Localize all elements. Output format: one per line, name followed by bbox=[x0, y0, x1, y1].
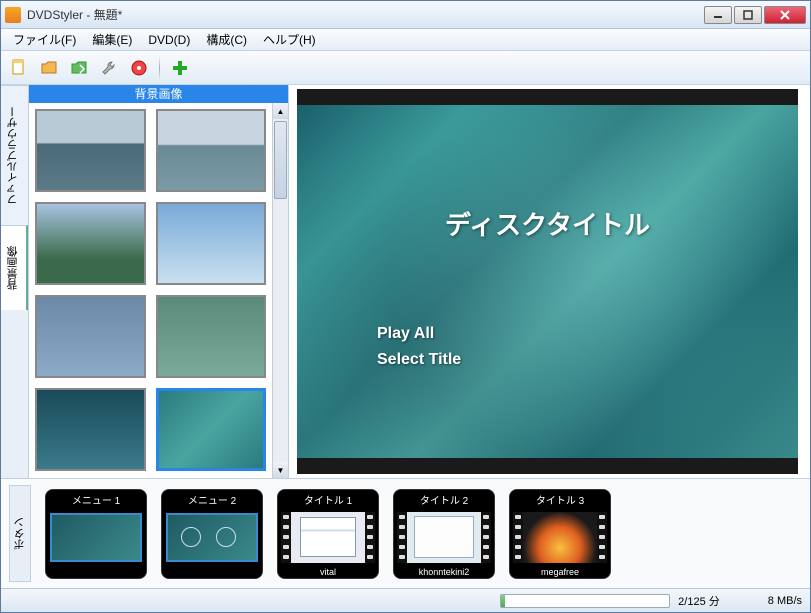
side-tab-background-images[interactable]: 背景画像 bbox=[1, 225, 28, 310]
film-sprocket-icon bbox=[397, 512, 407, 563]
timeline-item-label: メニュー 1 bbox=[46, 490, 146, 509]
film-sprocket-icon bbox=[597, 512, 607, 563]
timeline-item-footer: khonntekini2 bbox=[394, 566, 494, 578]
minimize-button[interactable] bbox=[704, 6, 732, 24]
bg-thumb[interactable] bbox=[35, 388, 146, 471]
timeline-thumb bbox=[291, 512, 365, 563]
timeline-thumb bbox=[50, 513, 142, 562]
letterbox-top bbox=[297, 89, 798, 105]
scroll-down-icon[interactable]: ▼ bbox=[273, 462, 288, 478]
bg-thumb[interactable] bbox=[35, 295, 146, 378]
menu-canvas[interactable]: ディスクタイトル Play All Select Title bbox=[297, 105, 798, 458]
timeline-item-label: メニュー 2 bbox=[162, 490, 262, 509]
preview-pane: ディスクタイトル Play All Select Title bbox=[289, 85, 810, 478]
app-window: DVDStyler - 無題* ファイル(F) 編集(E) DVD(D) 構成(… bbox=[0, 0, 811, 613]
side-tab-file-browser[interactable]: ファイルブラウザー bbox=[1, 85, 28, 225]
bg-thumb[interactable] bbox=[156, 109, 267, 192]
duration-text: 2/125 分 bbox=[678, 593, 720, 609]
timeline-title-3[interactable]: タイトル 3 megafree bbox=[509, 489, 611, 579]
film-sprocket-icon bbox=[513, 512, 523, 563]
bg-thumb[interactable] bbox=[156, 202, 267, 285]
open-folder-icon[interactable] bbox=[37, 56, 61, 80]
timeline-item-footer bbox=[162, 566, 262, 578]
timeline-menu-2[interactable]: メニュー 2 bbox=[161, 489, 263, 579]
menu-dvd[interactable]: DVD(D) bbox=[140, 31, 198, 49]
disc-title-text[interactable]: ディスクタイトル bbox=[297, 205, 798, 242]
app-icon bbox=[5, 7, 21, 23]
film-sprocket-icon bbox=[481, 512, 491, 563]
timeline-title-2[interactable]: タイトル 2 khonntekini2 bbox=[393, 489, 495, 579]
wrench-icon[interactable] bbox=[97, 56, 121, 80]
side-tab-strip: ファイルブラウザー 背景画像 bbox=[1, 85, 29, 478]
bg-thumb[interactable] bbox=[35, 109, 146, 192]
statusbar: 2/125 分 8 MB/s bbox=[1, 588, 810, 612]
timeline-thumb bbox=[407, 512, 481, 563]
timeline-item-label: タイトル 2 bbox=[394, 490, 494, 509]
toolbar-separator bbox=[159, 56, 160, 80]
timeline-item-label: タイトル 1 bbox=[278, 490, 378, 509]
background-thumbnail-grid bbox=[29, 103, 272, 478]
disc-usage-bar bbox=[500, 594, 670, 608]
timeline-title-1[interactable]: タイトル 1 vital bbox=[277, 489, 379, 579]
timeline-thumb bbox=[523, 512, 597, 563]
close-button[interactable] bbox=[764, 6, 806, 24]
center-split: 背景画像 bbox=[29, 85, 810, 478]
menu-config[interactable]: 構成(C) bbox=[198, 29, 255, 50]
data-rate-text: 8 MB/s bbox=[768, 595, 802, 607]
menu-file[interactable]: ファイル(F) bbox=[5, 29, 84, 50]
letterbox-bottom bbox=[297, 458, 798, 474]
menu-select-title[interactable]: Select Title bbox=[377, 351, 461, 369]
timeline: ボタン メニュー 1 メニュー 2 タイトル 1 vital タイトル 2 bbox=[1, 478, 810, 588]
scroll-up-icon[interactable]: ▲ bbox=[273, 103, 288, 119]
timeline-item-footer: vital bbox=[278, 566, 378, 578]
timeline-item-footer bbox=[46, 566, 146, 578]
new-document-icon[interactable] bbox=[7, 56, 31, 80]
scroll-thumb[interactable] bbox=[274, 121, 287, 199]
plus-icon[interactable] bbox=[168, 56, 192, 80]
timeline-thumb bbox=[166, 513, 258, 562]
bg-thumb[interactable] bbox=[35, 202, 146, 285]
preview-frame[interactable]: ディスクタイトル Play All Select Title bbox=[297, 89, 798, 474]
background-panel-header: 背景画像 bbox=[29, 85, 288, 103]
titlebar[interactable]: DVDStyler - 無題* bbox=[1, 1, 810, 29]
menubar: ファイル(F) 編集(E) DVD(D) 構成(C) ヘルプ(H) bbox=[1, 29, 810, 51]
scroll-track[interactable] bbox=[273, 119, 288, 462]
burn-disc-icon[interactable] bbox=[127, 56, 151, 80]
menu-help[interactable]: ヘルプ(H) bbox=[255, 29, 324, 50]
menu-options: Play All Select Title bbox=[377, 325, 461, 377]
film-sprocket-icon bbox=[281, 512, 291, 563]
menu-play-all[interactable]: Play All bbox=[377, 325, 461, 343]
bg-thumb[interactable] bbox=[156, 295, 267, 378]
content-area: ファイルブラウザー 背景画像 背景画像 bbox=[1, 85, 810, 478]
menu-edit[interactable]: 編集(E) bbox=[84, 29, 140, 50]
upper-pane: 背景画像 bbox=[29, 85, 810, 478]
timeline-item-footer: megafree bbox=[510, 566, 610, 578]
side-tab-buttons[interactable]: ボタン bbox=[9, 485, 31, 582]
window-title: DVDStyler - 無題* bbox=[27, 6, 704, 23]
scrollbar[interactable]: ▲ ▼ bbox=[272, 103, 288, 478]
bg-thumb-selected[interactable] bbox=[156, 388, 267, 471]
film-sprocket-icon bbox=[365, 512, 375, 563]
save-icon[interactable] bbox=[67, 56, 91, 80]
maximize-button[interactable] bbox=[734, 6, 762, 24]
timeline-menu-1[interactable]: メニュー 1 bbox=[45, 489, 147, 579]
toolbar bbox=[1, 51, 810, 85]
background-panel: 背景画像 bbox=[29, 85, 289, 478]
timeline-item-label: タイトル 3 bbox=[510, 490, 610, 509]
disc-usage-fill bbox=[501, 595, 504, 607]
window-controls bbox=[704, 6, 806, 24]
